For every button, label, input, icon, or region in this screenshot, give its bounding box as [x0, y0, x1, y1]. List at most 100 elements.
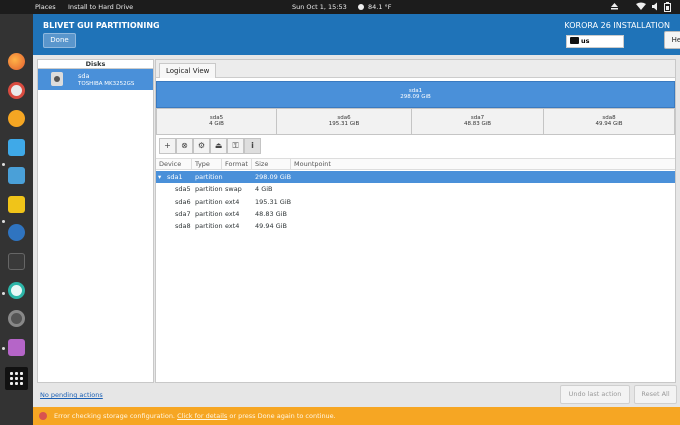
- expander-icon[interactable]: ▾: [158, 171, 161, 183]
- device-table: ▾ sda1 partition 298.09 GiB sda5 partiti…: [156, 171, 675, 232]
- table-row[interactable]: sda6 partition ext4 195.31 GiB: [156, 196, 675, 208]
- partition-block-size: 195.31 GiB: [328, 121, 360, 127]
- partition-block-size: 49.94 GiB: [595, 121, 623, 127]
- disk-item-sda[interactable]: sda TOSHIBA MK3252GS: [38, 69, 153, 90]
- disks-heading: Disks: [38, 60, 153, 69]
- running-indicator: [2, 347, 5, 350]
- logical-view: sda1 298.09 GiB sda5 4 GiB sda6 195.31 G…: [156, 81, 675, 135]
- top-bar: Places Install to Hard Drive Sun Oct 1, …: [0, 0, 680, 14]
- cell-type: partition: [195, 222, 223, 231]
- done-button[interactable]: Done: [43, 33, 76, 48]
- keyboard-layout-indicator[interactable]: us: [566, 35, 624, 48]
- window-icon[interactable]: [8, 139, 25, 156]
- cell-format: swap: [225, 185, 242, 194]
- installer-header: BLIVET GUI PARTITIONING Done KORORA 26 I…: [33, 14, 680, 55]
- apps-grid-icon[interactable]: [5, 367, 28, 390]
- cell-device: sda7: [175, 209, 191, 218]
- cell-format: ext4: [225, 197, 240, 206]
- hard-disk-icon: [51, 72, 63, 86]
- unmount-button[interactable]: ⏏: [210, 138, 227, 154]
- cell-type: partition: [195, 197, 223, 206]
- eject-icon[interactable]: [610, 2, 620, 12]
- action-bar: No pending actions Undo last action Rese…: [33, 384, 680, 407]
- warning-text: Error checking storage configuration.: [54, 412, 178, 420]
- table-row[interactable]: sda8 partition ext4 49.94 GiB: [156, 220, 675, 232]
- tab-logical-view[interactable]: Logical View: [159, 63, 216, 78]
- pending-actions-link[interactable]: No pending actions: [40, 391, 103, 399]
- media-player-icon[interactable]: [8, 110, 25, 127]
- places-menu[interactable]: Places: [35, 3, 56, 11]
- terminal-icon[interactable]: [8, 253, 25, 270]
- column-type[interactable]: Type: [192, 159, 222, 169]
- decrypt-button[interactable]: ⚿: [227, 138, 244, 154]
- edit-partition-button[interactable]: ⚙: [193, 138, 210, 154]
- documents-icon[interactable]: [8, 339, 25, 356]
- running-indicator: [2, 163, 5, 166]
- wifi-icon[interactable]: [636, 2, 646, 12]
- table-row[interactable]: ▾ sda1 partition 298.09 GiB: [156, 171, 675, 184]
- battery-icon[interactable]: [664, 2, 674, 12]
- details-link[interactable]: Click for details: [177, 412, 227, 420]
- cell-type: partition: [195, 173, 223, 181]
- firefox-icon[interactable]: [8, 53, 25, 70]
- running-indicator: [2, 292, 5, 295]
- disk-name: sda: [78, 72, 90, 80]
- column-size[interactable]: Size: [252, 159, 291, 169]
- software-icon[interactable]: [8, 224, 25, 241]
- installer-icon[interactable]: [8, 282, 25, 299]
- partition-panel: Logical View sda1 298.09 GiB sda5 4 GiB …: [155, 59, 676, 383]
- music-icon[interactable]: [8, 82, 25, 99]
- cell-device: sda5: [175, 185, 191, 194]
- error-icon: [39, 412, 47, 420]
- cell-device: sda8: [175, 222, 191, 231]
- partition-block-sda8[interactable]: sda8 49.94 GiB: [544, 109, 674, 134]
- keyboard-layout: us: [581, 37, 590, 45]
- table-row[interactable]: sda5 partition swap 4 GiB: [156, 183, 675, 195]
- running-indicator: [2, 220, 5, 223]
- info-button[interactable]: i: [244, 138, 261, 154]
- undo-button[interactable]: Undo last action: [560, 385, 630, 404]
- table-row[interactable]: sda7 partition ext4 48.83 GiB: [156, 208, 675, 220]
- cell-size: 48.83 GiB: [255, 209, 287, 218]
- clock[interactable]: Sun Oct 1, 15:53: [292, 3, 347, 11]
- partition-block-sda5[interactable]: sda5 4 GiB: [157, 109, 277, 134]
- view-tabs: Logical View: [156, 60, 675, 78]
- table-header: Device Type Format Size Mountpoint: [156, 158, 675, 170]
- disks-panel: Disks sda TOSHIBA MK3252GS: [37, 59, 154, 383]
- delete-partition-button[interactable]: ⊗: [176, 138, 193, 154]
- page-title: BLIVET GUI PARTITIONING: [43, 21, 160, 30]
- volume-icon[interactable]: [651, 2, 661, 12]
- app-menu[interactable]: Install to Hard Drive: [68, 3, 133, 11]
- cell-device: sda1: [167, 173, 183, 181]
- settings-icon[interactable]: [8, 310, 25, 327]
- column-format[interactable]: Format: [222, 159, 252, 169]
- cell-size: 49.94 GiB: [255, 222, 287, 231]
- cell-type: partition: [195, 209, 223, 218]
- cell-size: 195.31 GiB: [255, 197, 292, 206]
- partition-block-sda6[interactable]: sda6 195.31 GiB: [277, 109, 412, 134]
- cell-format: ext4: [225, 209, 240, 218]
- cell-type: partition: [195, 185, 223, 194]
- logical-partitions: sda5 4 GiB sda6 195.31 GiB sda7 48.83 Gi…: [156, 108, 675, 135]
- help-button[interactable]: Help!: [664, 31, 680, 49]
- folder-icon[interactable]: [8, 196, 25, 213]
- cell-size: 298.09 GiB: [255, 173, 292, 181]
- partition-block-sda1[interactable]: sda1 298.09 GiB: [156, 81, 675, 108]
- column-device[interactable]: Device: [156, 159, 192, 169]
- keyboard-icon: [570, 36, 579, 44]
- column-mountpoint[interactable]: Mountpoint: [291, 159, 675, 169]
- partition-block-size: 48.83 GiB: [463, 121, 492, 127]
- dock: [0, 14, 33, 425]
- warning-message: Error checking storage configuration. Cl…: [54, 412, 336, 420]
- files-icon[interactable]: [8, 167, 25, 184]
- weather[interactable]: 84.1 °F: [368, 3, 392, 11]
- cell-format: ext4: [225, 222, 240, 231]
- cell-device: sda6: [175, 197, 191, 206]
- installation-title: KORORA 26 INSTALLATION: [564, 21, 670, 30]
- weather-icon: [357, 3, 367, 13]
- warning-text-end: or press Done again to continue.: [227, 412, 336, 420]
- cell-size: 4 GiB: [255, 185, 273, 194]
- add-partition-button[interactable]: +: [159, 138, 176, 154]
- reset-all-button[interactable]: Reset All: [634, 385, 677, 404]
- partition-block-sda7[interactable]: sda7 48.83 GiB: [412, 109, 544, 134]
